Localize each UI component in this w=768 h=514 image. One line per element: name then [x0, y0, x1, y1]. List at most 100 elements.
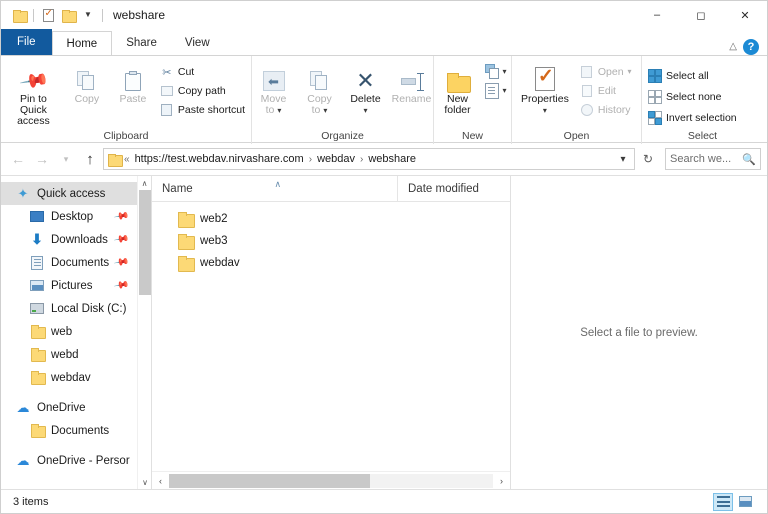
breadcrumb-webshare[interactable]: webshare [366, 153, 418, 165]
close-button[interactable]: ✕ [723, 1, 767, 29]
copy-to-button[interactable]: Copy to ▾ [298, 61, 342, 116]
qat-customize-button[interactable]: ▼ [78, 5, 98, 25]
new-folder-icon [446, 61, 471, 93]
file-name: webdav [200, 257, 240, 269]
new-item-button[interactable]: ▾ [482, 63, 510, 81]
folder-icon [178, 255, 195, 272]
ribbon-controls: △ ? [729, 39, 767, 55]
paste-button[interactable]: Paste [111, 61, 155, 105]
pin-label-line1: Pin to Quick [20, 93, 47, 116]
scissors-icon: ✂ [162, 66, 172, 79]
recent-locations-button[interactable]: ▾ [55, 148, 77, 170]
refresh-button[interactable]: ↻ [637, 148, 659, 170]
pin-label-line2: access [17, 115, 50, 127]
sidebar-item-onedrive-personal[interactable]: ☁ OneDrive - Persor [1, 449, 137, 472]
chevron-down-icon: ▾ [627, 67, 632, 76]
up-button[interactable]: ↑ [79, 148, 101, 170]
sidebar-item-label: Documents [51, 256, 110, 269]
column-header-date-modified[interactable]: Date modified [397, 175, 510, 202]
rename-icon [400, 61, 424, 91]
search-input[interactable]: Search we... 🔍 [665, 148, 761, 170]
large-icons-view-button[interactable] [735, 493, 755, 511]
scroll-up-icon[interactable]: ∧ [138, 176, 151, 190]
horizontal-scrollbar[interactable]: ‹ › [152, 471, 510, 489]
chevron-down-icon: ▾ [277, 106, 282, 115]
address-field[interactable]: « https://test.webdav.nirvashare.com › w… [103, 148, 635, 170]
help-button[interactable]: ? [743, 39, 759, 55]
details-view-button[interactable] [713, 492, 733, 511]
sidebar-scrollbar[interactable]: ∧ ∨ [137, 176, 151, 489]
scroll-right-icon[interactable]: › [493, 472, 510, 490]
paste-shortcut-button[interactable]: Paste shortcut [157, 101, 248, 119]
sidebar-item-downloads[interactable]: ⬇ Downloads 📌 [1, 228, 137, 251]
scroll-left-icon[interactable]: ‹ [152, 472, 169, 490]
divider [102, 8, 103, 22]
rename-button[interactable]: Rename [390, 61, 434, 105]
maximize-button[interactable]: ◻ [679, 1, 723, 29]
scroll-down-icon[interactable]: ∨ [138, 475, 152, 489]
table-row[interactable]: web3 [152, 230, 510, 252]
sidebar-item-documents[interactable]: Documents 📌 [1, 251, 137, 274]
chevron-down-icon: ▼ [84, 10, 92, 19]
sidebar-item-label: Downloads [51, 233, 108, 246]
divider [33, 8, 34, 22]
file-name: web2 [200, 213, 228, 225]
sidebar-item-label: webd [51, 348, 79, 361]
history-button[interactable]: History [577, 101, 635, 119]
qat-properties-icon[interactable] [38, 5, 58, 25]
collapse-ribbon-icon[interactable]: △ [729, 42, 737, 52]
breadcrumb-webdav[interactable]: webdav [315, 153, 357, 165]
pin-to-quick-access-button[interactable]: 📌 Pin to Quick access [4, 61, 63, 127]
select-none-button[interactable]: Select none [645, 88, 740, 106]
invert-selection-button[interactable]: Invert selection [645, 109, 740, 127]
sidebar-item-pictures[interactable]: Pictures 📌 [1, 274, 137, 297]
ribbon-group-organize: ⬅ Move to ▾ Copy to ▾ ✕ Delete ▾ Rename … [251, 56, 433, 144]
tab-view[interactable]: View [171, 31, 224, 55]
sidebar-item-local-disk[interactable]: Local Disk (C:) [1, 297, 137, 320]
column-label: Name [162, 182, 193, 195]
delete-button[interactable]: ✕ Delete ▾ [344, 61, 388, 116]
forward-button[interactable]: → [31, 148, 53, 170]
qat-new-folder-icon[interactable] [58, 5, 78, 25]
sidebar-item-webd[interactable]: webd [1, 343, 137, 366]
address-dropdown-icon[interactable]: ▾ [614, 149, 632, 169]
copy-path-button[interactable]: Copy path [157, 82, 248, 100]
tab-file[interactable]: File [1, 29, 52, 55]
sidebar-item-web[interactable]: web [1, 320, 137, 343]
sidebar-item-label: Documents [51, 424, 110, 437]
sidebar-item-desktop[interactable]: Desktop 📌 [1, 205, 137, 228]
tab-home[interactable]: Home [51, 31, 113, 55]
cut-button[interactable]: ✂ Cut [157, 63, 248, 81]
edit-button[interactable]: Edit [577, 82, 635, 100]
open-button[interactable]: Open ▾ [577, 63, 635, 81]
column-header-name[interactable]: Name ∧ [152, 176, 397, 202]
chevron-down-icon: ▾ [502, 86, 507, 95]
easy-access-button[interactable]: ▾ [482, 82, 510, 100]
table-row[interactable]: web2 [152, 208, 510, 230]
new-folder-button[interactable]: New folder [436, 61, 480, 116]
scrollbar-thumb[interactable] [169, 473, 370, 488]
ribbon-group-new: New folder ▾ ▾ New [433, 56, 511, 144]
select-none-icon [648, 90, 662, 104]
scrollbar-track[interactable] [169, 473, 493, 488]
sidebar-item-quick-access[interactable]: ✦ Quick access [1, 182, 137, 205]
back-button[interactable]: ← [7, 148, 29, 170]
new-small-buttons: ▾ ▾ [482, 61, 510, 100]
sidebar-item-webdav[interactable]: webdav [1, 366, 137, 389]
properties-button[interactable]: Properties ▾ [515, 61, 575, 116]
qat-folder-icon[interactable] [9, 5, 29, 25]
file-list: web2 web3 webdav [152, 202, 510, 471]
tab-share[interactable]: Share [112, 31, 171, 55]
move-to-button[interactable]: ⬅ Move to ▾ [252, 61, 296, 116]
select-all-button[interactable]: Select all [645, 67, 740, 85]
breadcrumb-host[interactable]: https://test.webdav.nirvashare.com [133, 153, 306, 165]
scrollbar-thumb[interactable] [139, 190, 151, 295]
table-row[interactable]: webdav [152, 252, 510, 274]
sidebar-item-onedrive-documents[interactable]: Documents [1, 419, 137, 442]
ribbon-group-clipboard: 📌 Pin to Quick access Copy Paste ✂ Cut C… [1, 56, 251, 144]
copy-button[interactable]: Copy [65, 61, 109, 105]
minimize-button[interactable]: – [635, 1, 679, 29]
sidebar-item-onedrive[interactable]: ☁ OneDrive [1, 396, 137, 419]
group-label-clipboard: Clipboard [103, 130, 149, 142]
overflow-icon[interactable]: « [124, 154, 130, 165]
